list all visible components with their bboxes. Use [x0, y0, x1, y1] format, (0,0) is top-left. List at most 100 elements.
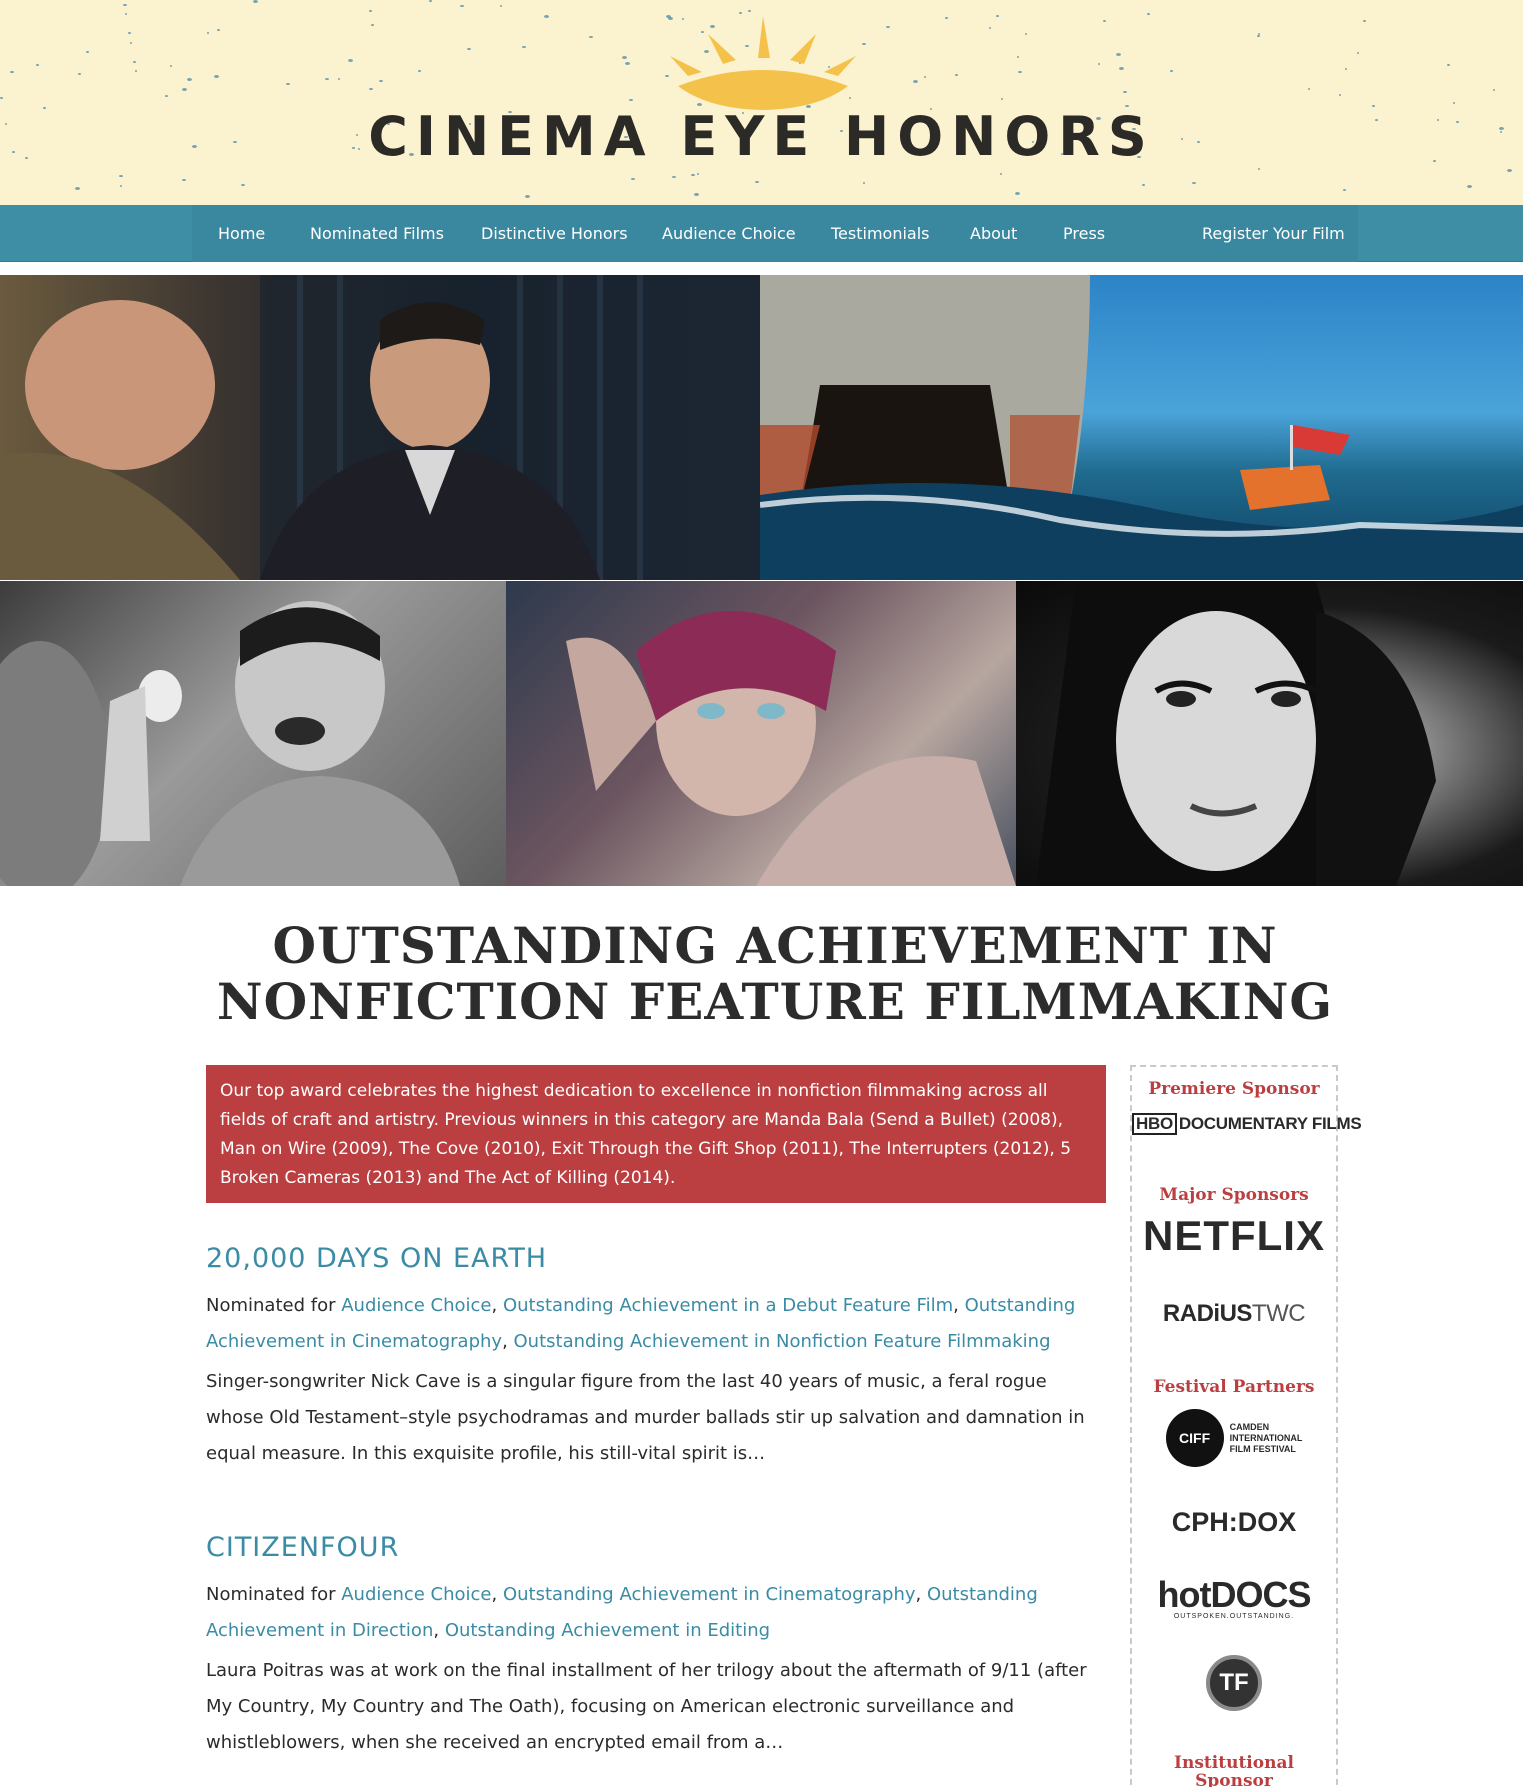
ciff-line: INTERNATIONAL	[1229, 1432, 1303, 1443]
hbo-box-text: HBO	[1132, 1113, 1177, 1135]
nomination-link[interactable]: Outstanding Achievement in Cinematograph…	[503, 1584, 916, 1605]
speck	[544, 15, 549, 18]
speck	[924, 76, 926, 78]
speck	[379, 80, 383, 82]
ciff-line: CAMDEN	[1229, 1421, 1270, 1432]
speck	[748, 10, 751, 12]
speck	[170, 65, 172, 67]
speck	[429, 0, 432, 2]
true-false-logo[interactable]: TF	[1132, 1655, 1336, 1711]
speck	[1507, 169, 1512, 172]
tf-mark-icon: TF	[1206, 1655, 1262, 1711]
speck	[369, 88, 373, 90]
hero-image-portrait-red-hair	[506, 581, 1016, 886]
speck	[1363, 20, 1366, 22]
speck	[886, 26, 890, 28]
hot-docs-logo[interactable]: hotDOCS OUTSPOKEN.OUTSTANDING.	[1132, 1577, 1336, 1621]
speck	[629, 99, 633, 101]
nomination-link[interactable]: Audience Choice	[341, 1584, 491, 1605]
speck	[325, 78, 329, 80]
speck	[500, 5, 502, 7]
speck	[1339, 94, 1341, 96]
film-description: Laura Poitras was at work on the final i…	[206, 1660, 1087, 1753]
nomination-link[interactable]: Audience Choice	[341, 1295, 491, 1316]
speck	[371, 24, 374, 26]
nav-nominated-films[interactable]: Nominated Films	[310, 205, 444, 262]
nav-testimonials[interactable]: Testimonials	[831, 205, 930, 262]
hero-collage	[0, 275, 1523, 886]
speck	[1192, 182, 1196, 184]
nav-about[interactable]: About	[970, 205, 1017, 262]
nav-press[interactable]: Press	[1063, 205, 1105, 262]
speck	[0, 97, 3, 99]
sponsor-sidebar: Premiere Sponsor HBO DOCUMENTARY FILMS Ma…	[1130, 1065, 1362, 1787]
hero-image-laughing-man	[0, 581, 506, 886]
speck	[955, 74, 958, 76]
film-title-citizenfour[interactable]: CITIZENFOUR	[206, 1532, 399, 1563]
nominated-label: Nominated for	[206, 1584, 336, 1605]
nomination-link[interactable]: Outstanding Achievement in Editing	[445, 1620, 770, 1641]
nomination-link[interactable]: Outstanding Achievement in Nonfiction Fe…	[514, 1331, 1051, 1352]
speck	[217, 29, 220, 31]
speck	[75, 187, 80, 190]
speck	[862, 43, 866, 45]
speck	[119, 175, 123, 177]
speck	[631, 178, 635, 180]
speck	[1147, 13, 1150, 15]
speck	[1257, 35, 1260, 37]
hbo-documentary-logo[interactable]: HBO DOCUMENTARY FILMS	[1132, 1113, 1362, 1135]
speck	[1116, 53, 1121, 56]
speck	[369, 10, 372, 12]
speck	[672, 176, 676, 178]
radius-text: RADiUS	[1162, 1300, 1253, 1327]
main-navigation: Home Nominated Films Distinctive Honors …	[0, 205, 1523, 262]
speck	[467, 48, 471, 50]
nav-audience-choice[interactable]: Audience Choice	[662, 205, 796, 262]
nomination-link[interactable]: Outstanding Achievement in a Debut Featu…	[503, 1295, 953, 1316]
film-nominations: Nominated for Audience Choice, Outstandi…	[206, 1584, 1038, 1641]
nav-distinctive-honors[interactable]: Distinctive Honors	[481, 205, 628, 262]
radius-twc-logo[interactable]: RADiUSTWC	[1132, 1300, 1336, 1328]
speck	[338, 78, 340, 80]
speck	[36, 64, 39, 66]
speck	[1170, 70, 1173, 72]
page-title-line-2: NONFICTION FEATURE FILMMAKING	[216, 972, 1334, 1031]
speck	[253, 0, 258, 3]
speck	[123, 4, 127, 6]
speck	[460, 5, 464, 7]
speck	[348, 59, 353, 62]
site-logo-text[interactable]: CINEMA EYE HONORS	[0, 105, 1523, 168]
ship-scene	[760, 275, 1523, 580]
speck	[10, 71, 14, 73]
nav-register-film[interactable]: Register Your Film	[1202, 205, 1345, 262]
speck	[1345, 68, 1347, 70]
film-title-20000-days[interactable]: 20,000 DAYS ON EARTH	[206, 1243, 547, 1274]
speck	[1343, 189, 1346, 191]
ciff-line: FILM FESTIVAL	[1229, 1443, 1296, 1454]
speck	[945, 17, 948, 19]
speck	[1025, 33, 1027, 35]
cph-dox-logo[interactable]: CPH:DOX	[1132, 1507, 1336, 1538]
nav-home[interactable]: Home	[218, 205, 265, 262]
speck	[863, 182, 865, 184]
speck	[625, 62, 630, 65]
woman-portrait-scene	[1036, 581, 1436, 886]
film-nominations: Nominated for Audience Choice, Outstandi…	[206, 1295, 1076, 1352]
speck	[913, 80, 918, 83]
twc-text: TWC	[1251, 1300, 1306, 1327]
netflix-logo[interactable]: NETFLIX	[1132, 1212, 1336, 1260]
laughing-man-scene	[0, 601, 460, 886]
speck	[1098, 63, 1100, 65]
camden-film-festival-logo[interactable]: CIFF CAMDEN INTERNATIONAL FILM FESTIVAL	[1132, 1409, 1336, 1467]
speck	[1123, 91, 1127, 93]
speck	[286, 83, 290, 85]
speck	[1119, 67, 1124, 70]
speck	[1308, 88, 1310, 90]
speck	[694, 193, 699, 196]
institutional-line-2: Sponsor	[1195, 1771, 1273, 1787]
hero-image-interview	[0, 275, 760, 580]
film-description: Singer-songwriter Nick Cave is a singula…	[206, 1371, 1085, 1464]
speck	[1001, 98, 1003, 100]
speck	[86, 51, 89, 53]
speck	[1000, 173, 1002, 175]
